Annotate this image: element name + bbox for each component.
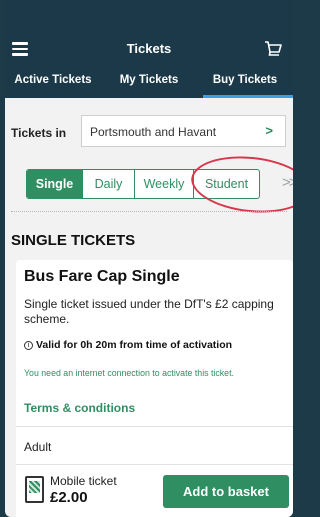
segment-daily[interactable]: Daily <box>83 170 135 198</box>
validity-text: Valid for 0h 20m from time of activation <box>36 339 233 351</box>
segment-single[interactable]: Single <box>27 170 83 198</box>
page-title: Tickets <box>126 41 172 56</box>
location-label: Tickets in <box>11 126 67 140</box>
segment-weekly[interactable]: Weekly <box>135 170 194 198</box>
tab-active-tickets[interactable]: Active Tickets <box>5 72 101 98</box>
ticket-price: £2.00 <box>50 489 88 506</box>
divider <box>16 426 293 427</box>
app-screen: Tickets Active Tickets My Tickets Buy Ti… <box>5 0 293 517</box>
chevron-right-icon: > <box>265 123 273 138</box>
connection-notice: You need an internet connection to activ… <box>24 368 234 378</box>
ticket-description: Single ticket issued under the DfT's £2 … <box>24 297 274 326</box>
delivery-label: Mobile ticket <box>50 474 117 488</box>
terms-link[interactable]: Terms & conditions <box>24 401 135 415</box>
divider <box>16 464 293 465</box>
mobile-ticket-icon <box>25 476 44 503</box>
info-icon: i <box>24 341 33 350</box>
tab-buy-tickets[interactable]: Buy Tickets <box>197 72 293 98</box>
divider <box>11 211 287 212</box>
annotation-circle <box>188 150 293 219</box>
ticket-card: Bus Fare Cap Single Single ticket issued… <box>16 260 293 517</box>
ticket-validity: i Valid for 0h 20m from time of activatio… <box>24 339 232 351</box>
app-header: Tickets Active Tickets My Tickets Buy Ti… <box>5 0 293 98</box>
location-value: Portsmouth and Havant <box>90 125 217 139</box>
section-title: SINGLE TICKETS <box>11 232 136 249</box>
ticket-title: Bus Fare Cap Single <box>24 268 180 285</box>
tab-my-tickets[interactable]: My Tickets <box>101 72 197 98</box>
add-to-basket-button[interactable]: Add to basket <box>163 475 289 508</box>
passenger-type: Adult <box>24 440 52 454</box>
ticket-tabs: Active Tickets My Tickets Buy Tickets <box>5 72 293 98</box>
cart-icon[interactable] <box>263 39 283 59</box>
location-selector[interactable]: Portsmouth and Havant > <box>81 115 286 147</box>
